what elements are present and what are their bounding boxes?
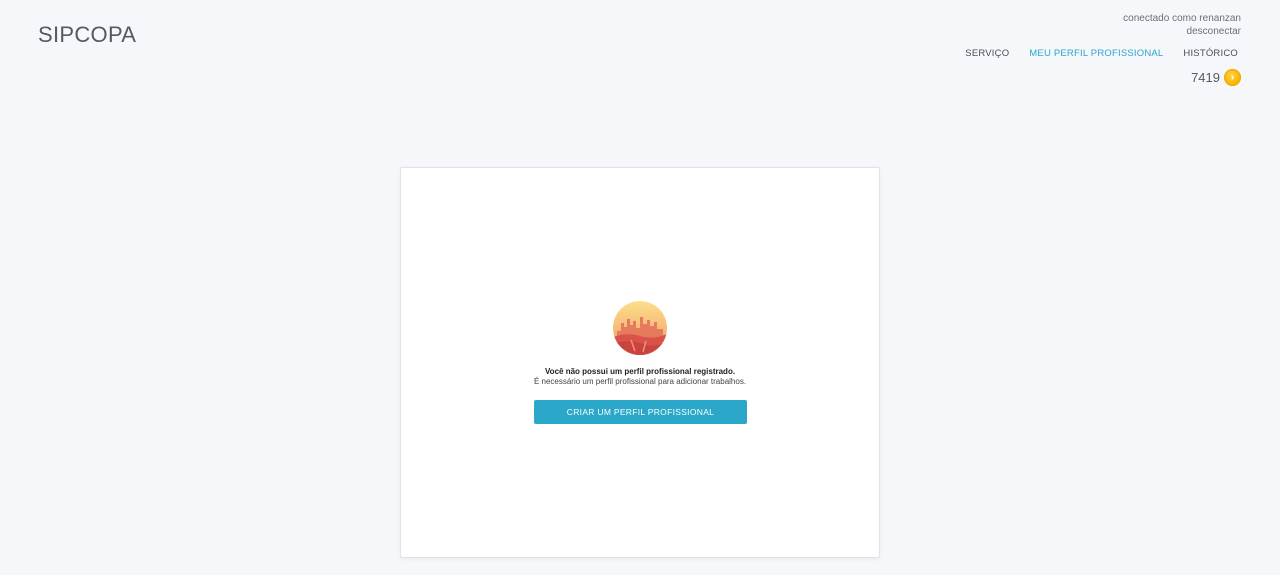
account-info: conectado como renanzan desconectar bbox=[1123, 12, 1241, 38]
nav-item-servico[interactable]: SERVIÇO bbox=[965, 48, 1009, 59]
empty-state-message: Você não possui um perfil profissional r… bbox=[401, 367, 879, 387]
empty-state-title: Você não possui um perfil profissional r… bbox=[544, 367, 736, 376]
city-skyline-illustration bbox=[613, 301, 667, 355]
nav-item-meu-perfil-profissional[interactable]: MEU PERFIL PROFISSIONAL bbox=[1029, 48, 1163, 59]
empty-state-card: Você não possui um perfil profissional r… bbox=[400, 167, 880, 558]
create-professional-profile-button[interactable]: CRIAR UM PERFIL PROFISSIONAL bbox=[534, 400, 747, 424]
nav-item-historico[interactable]: HISTÓRICO bbox=[1183, 48, 1238, 59]
connected-as-text: conectado como renanzan bbox=[1123, 13, 1241, 24]
main-nav: SERVIÇO MEU PERFIL PROFISSIONAL HISTÓRIC… bbox=[965, 48, 1238, 59]
page: SIPCOPA conectado como renanzan desconec… bbox=[0, 0, 1280, 575]
logout-link[interactable]: desconectar bbox=[1123, 25, 1241, 38]
brand-logo[interactable]: SIPCOPA bbox=[38, 22, 136, 48]
empty-state-subtitle: É necessário um perfil profissional para… bbox=[533, 377, 747, 386]
credits-value: 7419 bbox=[1191, 70, 1220, 85]
coin-icon: › bbox=[1224, 69, 1241, 86]
credits-balance[interactable]: 7419 › bbox=[1191, 69, 1241, 86]
